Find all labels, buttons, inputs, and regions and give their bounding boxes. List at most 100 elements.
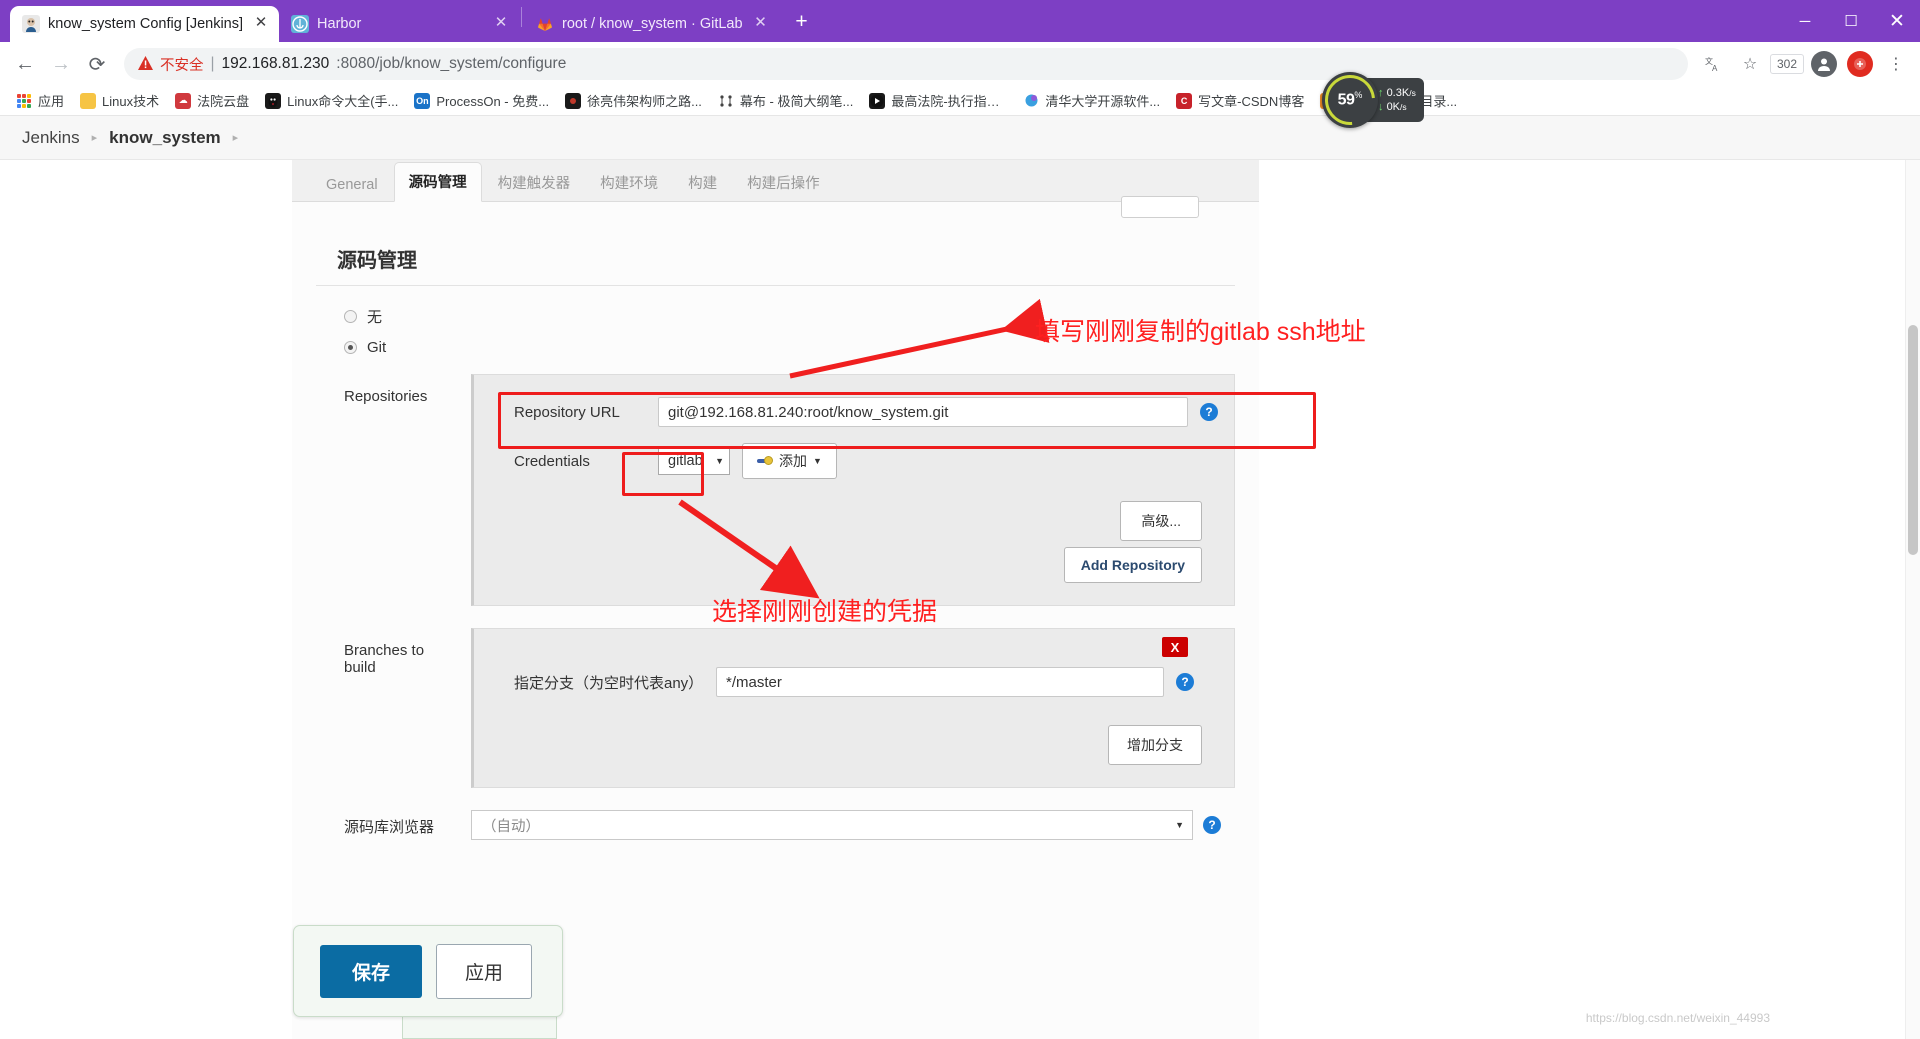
cpu-usage-dial: 59% [1314, 64, 1386, 136]
extension-icon[interactable] [1844, 48, 1876, 80]
page-scrollbar[interactable] [1905, 160, 1920, 1039]
tab-build-triggers[interactable]: 构建触发器 [484, 164, 585, 202]
minimize-icon[interactable]: ─ [1782, 0, 1828, 42]
translate-icon[interactable]: 文A [1698, 48, 1730, 80]
radio-icon-selected[interactable] [344, 341, 357, 354]
mubu-icon [717, 92, 734, 109]
branch-specifier-row: 指定分支（为空时代表any） */master ? [490, 667, 1218, 697]
scm-option-label: 无 [367, 309, 383, 326]
help-icon[interactable]: ? [1176, 673, 1194, 691]
close-window-icon[interactable]: ✕ [1874, 0, 1920, 42]
credentials-label: Credentials [514, 452, 590, 470]
browser-menu-icon[interactable]: ⋮ [1880, 48, 1912, 80]
browser-tab-gitlab[interactable]: root / know_system · GitLab ✕ [524, 6, 779, 42]
scm-option-label: Git [367, 339, 387, 356]
tuna-icon [1023, 92, 1040, 109]
bookmark-processon[interactable]: On ProcessOn - 免费... [406, 88, 557, 113]
bookmark-label: 应用 [38, 94, 65, 109]
download-rate: 0K [1386, 101, 1401, 113]
bookmark-linux-commands[interactable]: Linux命令大全(手... [257, 88, 406, 113]
help-icon[interactable]: ? [1200, 403, 1218, 421]
bookmark-label: ProcessOn - 免费... [436, 94, 550, 109]
browser-toolbar: ← → ⟳ 不安全 | 192.168.81.230:8080/job/know… [0, 42, 1920, 136]
browser-tab-jenkins[interactable]: know_system Config [Jenkins] ✕ [10, 6, 280, 42]
repo-browser-select[interactable]: （自动） ▼ [471, 810, 1193, 840]
apply-button[interactable]: 应用 [436, 943, 533, 999]
watermark: https://blog.csdn.net/weixin_44993 [1585, 1011, 1770, 1025]
tab-source-code-management[interactable]: 源码管理 [393, 162, 482, 202]
repo-browser-label: 源码库浏览器 [344, 819, 435, 836]
advanced-button[interactable]: 高级... [1120, 501, 1202, 541]
browser-window: know_system Config [Jenkins] ✕ Harbor ✕ … [0, 0, 1920, 1039]
bookmark-mubu[interactable]: 幕布 - 极简大纲笔... [710, 88, 861, 113]
repositories-actions: 高级... Add Repository [490, 487, 1218, 585]
repo-browser-controls: （自动） ▼ ? [471, 810, 1235, 840]
breadcrumb-item-jenkins[interactable]: Jenkins [22, 128, 80, 148]
chevron-down-icon: ▼ [1175, 820, 1184, 830]
extension-counter-badge[interactable]: 302 [1770, 54, 1804, 74]
repository-url-input[interactable]: git@192.168.81.240:root/know_system.git [658, 397, 1188, 427]
bookmark-apps[interactable]: 应用 [8, 88, 72, 113]
tab-post-build-actions[interactable]: 构建后操作 [733, 164, 834, 202]
bookmark-court-cloud[interactable]: ☁ 法院云盘 [167, 88, 257, 113]
partial-input-above[interactable] [1121, 196, 1199, 218]
arrow-down-icon: ↓ [1378, 101, 1384, 113]
branch-specifier-label: 指定分支（为空时代表any） [514, 674, 704, 692]
close-icon[interactable]: ✕ [251, 14, 271, 34]
folder-icon [80, 92, 97, 109]
browser-tab-harbor[interactable]: Harbor ✕ [279, 6, 519, 42]
credentials-selected-value: gitlab [668, 453, 703, 469]
help-icon[interactable]: ? [1203, 816, 1221, 834]
new-tab-button[interactable]: + [787, 8, 817, 38]
add-branch-button[interactable]: 增加分支 [1108, 725, 1202, 765]
back-icon[interactable]: ← [8, 47, 42, 81]
repo-browser-value: （自动） [482, 818, 540, 835]
dial-ring [1314, 64, 1386, 136]
tab-general[interactable]: General [312, 169, 392, 202]
close-icon[interactable]: ✕ [751, 14, 771, 34]
toolbar-right-icons: 文A ☆ 302 ⋮ [1698, 48, 1912, 80]
branches-row: Branches to build X 指定分支（为空时代表any） */mas… [316, 628, 1235, 788]
bookmark-label: 法院云盘 [197, 94, 250, 109]
bookmark-label: 写文章-CSDN博客 [1198, 94, 1305, 109]
save-button[interactable]: 保存 [320, 944, 423, 998]
bookmark-linux-tech[interactable]: Linux技术 [72, 88, 167, 113]
branch-specifier-input[interactable]: */master [716, 667, 1164, 697]
bookmark-star-icon[interactable]: ☆ [1734, 48, 1766, 80]
bookmark-label: 清华大学开源软件... [1045, 94, 1161, 109]
breadcrumb-item-job[interactable]: know_system [109, 128, 221, 148]
add-repository-button[interactable]: Add Repository [1063, 547, 1202, 583]
avatar [1811, 51, 1837, 77]
harbor-icon [291, 15, 310, 33]
address-bar[interactable]: 不安全 | 192.168.81.230:8080/job/know_syste… [124, 48, 1688, 80]
annotation-text-credentials: 选择刚刚创建的凭据 [712, 598, 938, 626]
bookmark-architect-blog[interactable]: 徐亮伟架构师之路... [557, 88, 710, 113]
radio-icon[interactable] [344, 310, 357, 323]
tab-build[interactable]: 构建 [674, 164, 731, 202]
network-speed-widget[interactable]: 59% ↑ 0.3K/s ↓ 0K/s [1314, 64, 1444, 136]
credentials-row: Credentials gitlab ▼ 添加 ▼ [490, 443, 1218, 479]
close-icon[interactable]: ✕ [491, 14, 511, 34]
tab-separator [521, 7, 523, 27]
bookmark-tsinghua-mirror[interactable]: 清华大学开源软件... [1015, 88, 1168, 113]
maximize-icon[interactable]: ☐ [1828, 0, 1874, 42]
scrollbar-thumb[interactable] [1908, 325, 1918, 555]
bookmark-csdn[interactable]: C 写文章-CSDN博客 [1168, 88, 1312, 113]
url-host: 192.168.81.230 [221, 55, 330, 72]
delete-branch-button[interactable]: X [1162, 637, 1188, 657]
tab-build-environment[interactable]: 构建环境 [586, 164, 672, 202]
branches-body: X 指定分支（为空时代表any） */master ? 增加分支 [471, 628, 1235, 788]
bookmark-supreme-court[interactable]: 最高法院-执行指挥... [861, 88, 1015, 113]
profile-avatar[interactable] [1808, 48, 1840, 80]
omnibox-separator: | [210, 55, 215, 72]
upload-rate: 0.3K [1386, 87, 1410, 99]
forward-icon[interactable]: → [44, 47, 78, 81]
reload-icon[interactable]: ⟳ [80, 47, 114, 81]
linux-icon [265, 92, 282, 109]
credentials-select[interactable]: gitlab ▼ [658, 447, 730, 475]
tab-title: know_system Config [Jenkins] [48, 16, 244, 32]
add-credentials-button[interactable]: 添加 ▼ [742, 443, 837, 479]
repositories-label: Repositories [344, 388, 428, 405]
csdn-icon: C [1176, 92, 1193, 109]
chevron-down-icon: ▼ [813, 456, 822, 466]
